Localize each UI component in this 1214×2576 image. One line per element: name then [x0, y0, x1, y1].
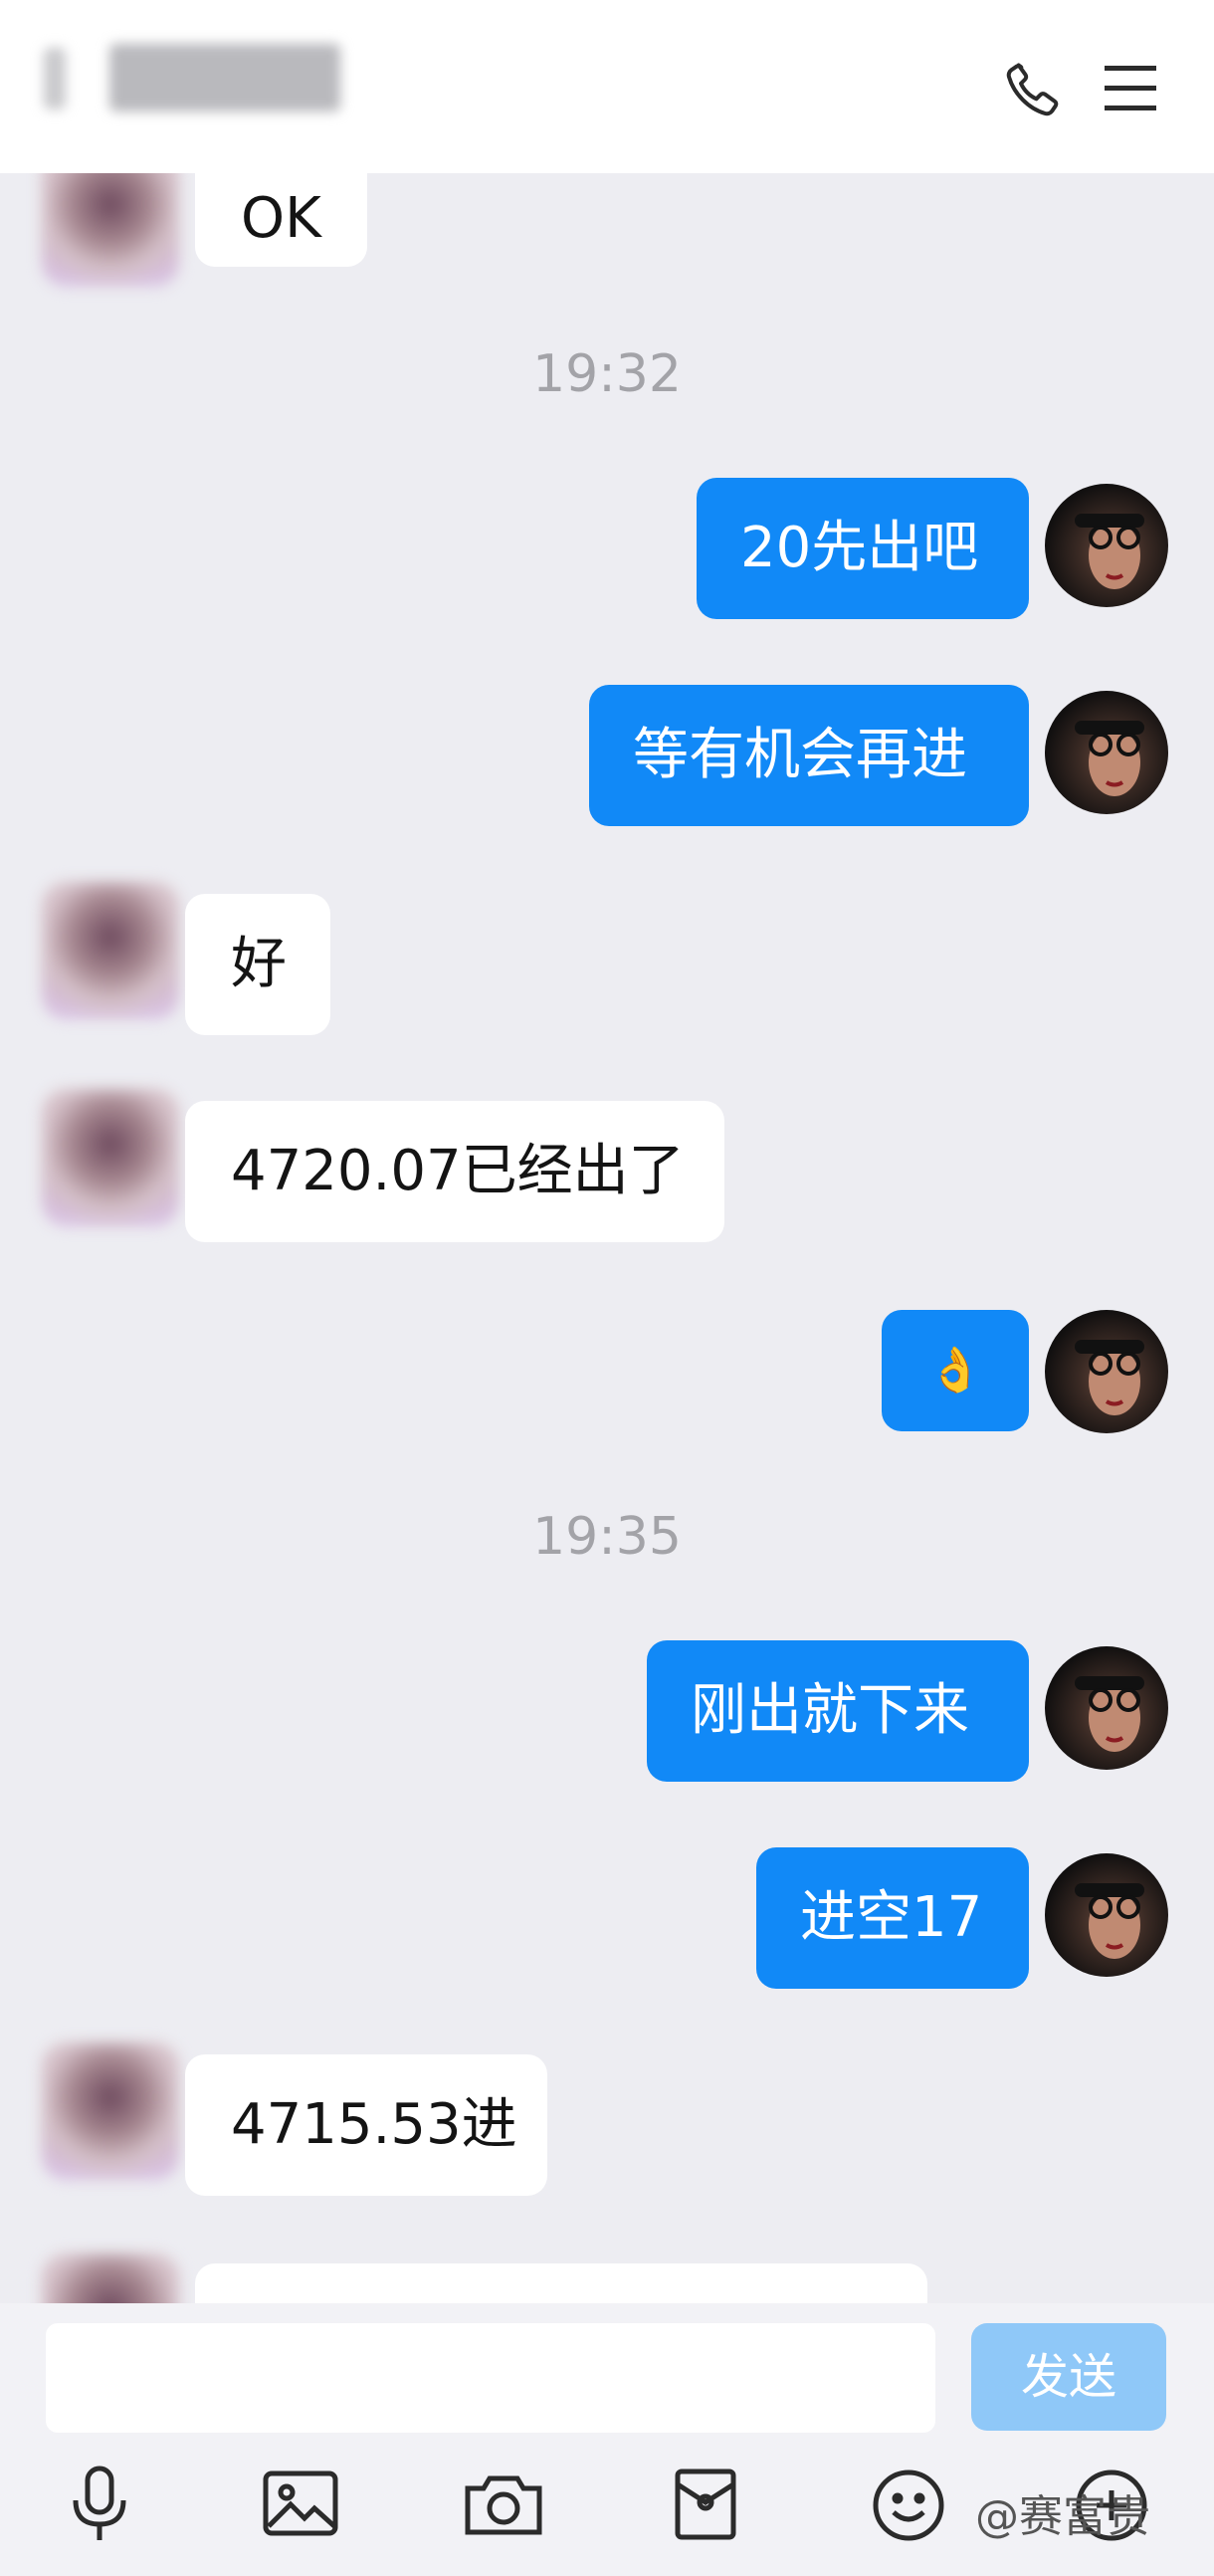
message-text: 4720.07已经出了 [231, 1139, 685, 1203]
emoji-icon[interactable] [872, 2469, 945, 2546]
message-text: 等有机会再进 [633, 723, 967, 787]
contact-name-blurred [44, 48, 66, 109]
timestamp: 19:32 [532, 344, 682, 404]
message-bubble[interactable]: 等有机会再进 [589, 685, 1029, 826]
user-avatar[interactable] [1045, 1646, 1168, 1770]
message-bubble[interactable]: 👌 [882, 1310, 1029, 1431]
message-text: 刚出就下来 [691, 1678, 969, 1743]
message-list[interactable]: OK 19:32 20先出吧 等有机会再进 好 4720.07已经出了 👌 19… [0, 173, 1214, 2303]
message-bubble[interactable]: 4715.53进 [185, 2054, 547, 2196]
contact-avatar[interactable] [42, 2254, 179, 2303]
message-bubble[interactable]: 4720.07已经出了 [185, 1101, 724, 1242]
message-text: 进空17 [800, 1885, 983, 1950]
contact-avatar[interactable] [42, 882, 179, 1019]
camera-icon[interactable] [464, 2472, 543, 2540]
message-input[interactable] [46, 2323, 935, 2433]
message-bubble[interactable]: 20先出吧 [697, 478, 1029, 619]
message-bubble-partial[interactable] [195, 2263, 927, 2303]
message-text: 👌 [927, 1345, 983, 1395]
timestamp: 19:35 [532, 1507, 682, 1567]
message-bubble[interactable]: OK [195, 173, 367, 267]
message-text: OK [241, 186, 321, 251]
red-envelope-icon[interactable] [675, 2469, 736, 2544]
hamburger-menu-icon[interactable] [1103, 64, 1158, 117]
send-button[interactable]: 发送 [971, 2323, 1166, 2431]
watermark: @赛富贵 [975, 2491, 1150, 2542]
contact-avatar[interactable] [42, 1089, 179, 1226]
message-text: 好 [231, 932, 287, 996]
contact-avatar[interactable] [42, 2042, 179, 2180]
user-avatar[interactable] [1045, 1310, 1168, 1433]
chat-header [0, 0, 1214, 173]
message-text: 4715.53进 [231, 2092, 517, 2157]
message-bubble[interactable]: 刚出就下来 [647, 1640, 1029, 1782]
message-text: 20先出吧 [740, 516, 979, 580]
message-bubble[interactable]: 进空17 [756, 1847, 1029, 1989]
message-bubble[interactable]: 好 [185, 894, 330, 1035]
user-avatar[interactable] [1045, 1853, 1168, 1977]
phone-icon[interactable] [1001, 58, 1065, 125]
contact-name-blurred [109, 44, 340, 111]
user-avatar[interactable] [1045, 484, 1168, 607]
image-icon[interactable] [263, 2470, 338, 2540]
user-avatar[interactable] [1045, 691, 1168, 814]
microphone-icon[interactable] [68, 2465, 131, 2548]
contact-avatar[interactable] [42, 173, 179, 287]
